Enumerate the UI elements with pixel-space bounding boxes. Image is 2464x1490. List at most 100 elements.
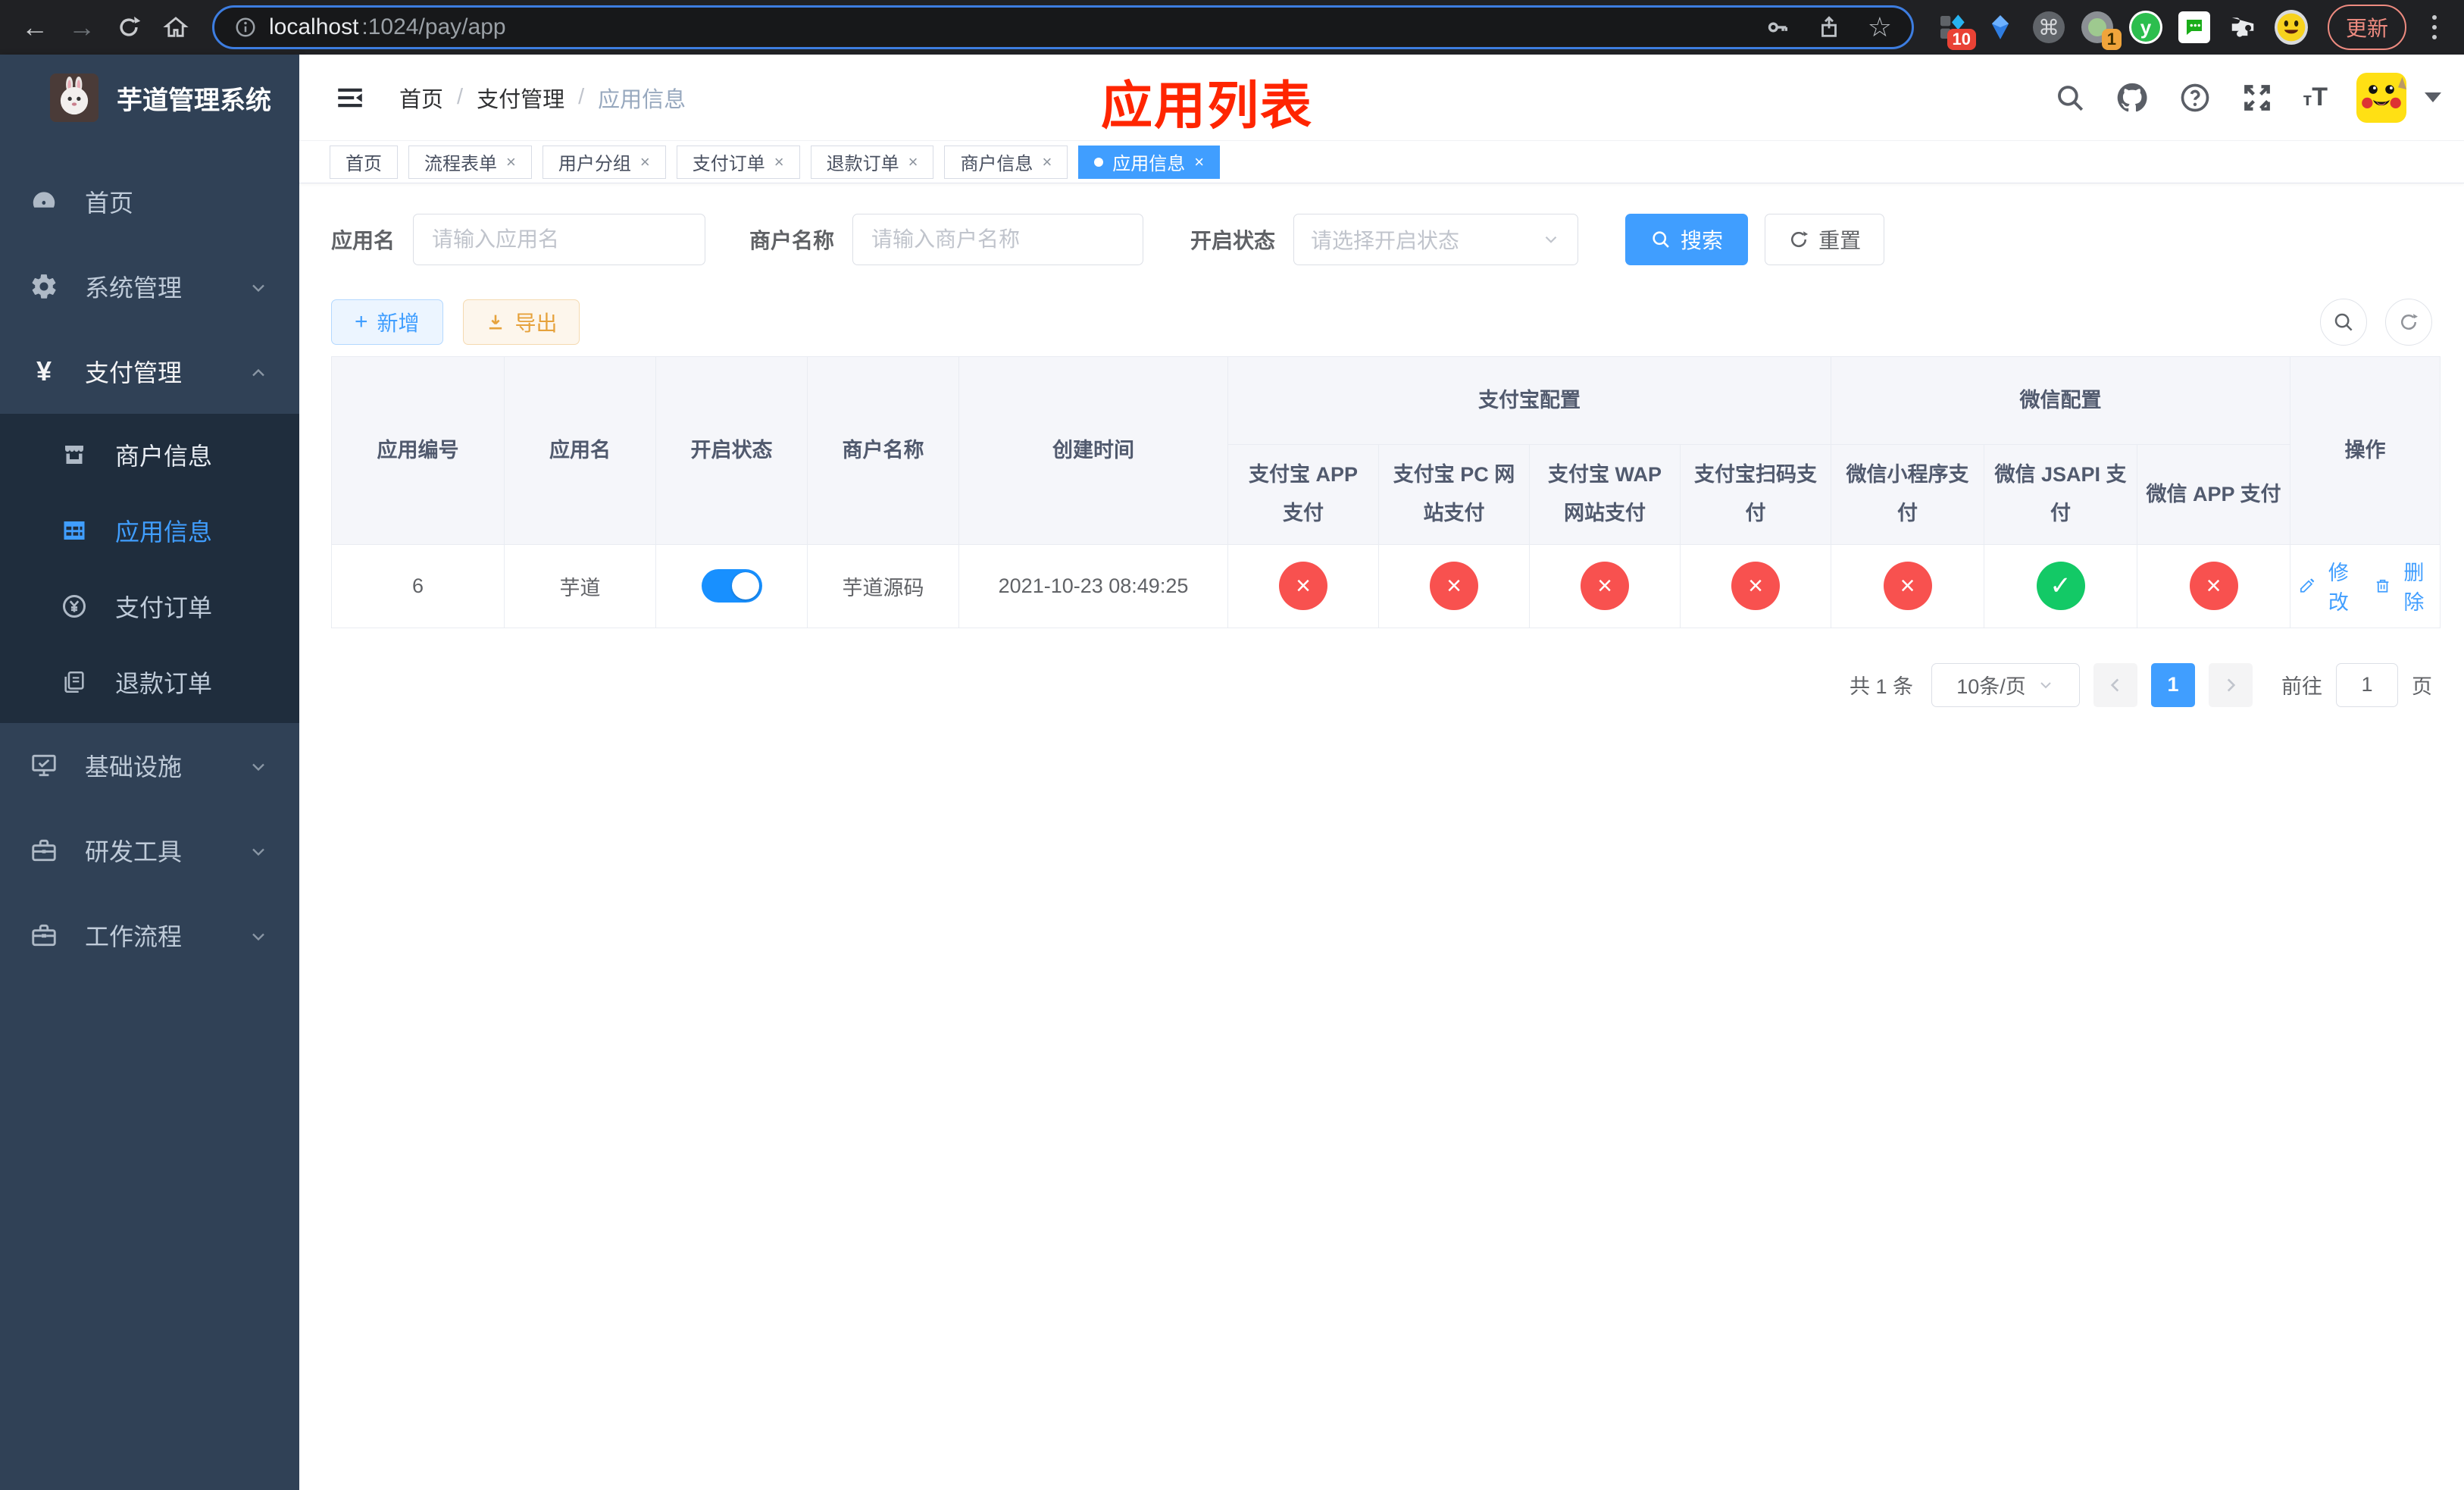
address-bar[interactable]: localhost:1024/pay/app ☆ bbox=[212, 5, 1914, 49]
tag-app-info[interactable]: 应用信息 × bbox=[1078, 145, 1221, 179]
app-logo-row[interactable]: 芋道管理系统 bbox=[0, 55, 299, 139]
add-button[interactable]: + 新增 bbox=[331, 299, 443, 345]
plus-icon: + bbox=[355, 309, 368, 334]
download-icon bbox=[489, 315, 502, 330]
alipay-pc-status: × bbox=[1430, 562, 1478, 611]
export-button[interactable]: 导出 bbox=[462, 299, 580, 345]
search-icon[interactable] bbox=[2054, 82, 2086, 114]
dashboard-icon bbox=[27, 187, 61, 216]
page-number-active[interactable]: 1 bbox=[2151, 662, 2195, 707]
search-button[interactable]: 搜索 bbox=[1625, 214, 1749, 265]
pagination: 共 1 条 10条/页 1 前往 页 bbox=[331, 662, 2432, 707]
toggle-search-button[interactable] bbox=[2320, 299, 2367, 346]
user-avatar[interactable] bbox=[2356, 72, 2406, 123]
profile-avatar-icon[interactable] bbox=[2274, 10, 2308, 45]
col-created: 创建时间 bbox=[958, 356, 1228, 545]
sidebar-collapse-button[interactable] bbox=[334, 82, 366, 114]
filter-form: 应用名 商户名称 开启状态 请选择开启状态 搜索 重置 bbox=[331, 214, 2432, 265]
sidebar-item-dev-tools[interactable]: 研发工具 bbox=[0, 808, 299, 893]
page-size-select[interactable]: 10条/页 bbox=[1931, 662, 2080, 707]
chrome-update-button[interactable]: 更新 bbox=[2327, 5, 2406, 50]
tags-view: 首页 流程表单 × 用户分组 × 支付订单 × 退款订单 × 商户信息 × 应用信息 × bbox=[299, 140, 2464, 183]
extension-chat-icon[interactable] bbox=[2178, 11, 2211, 44]
sidebar-item-workflow[interactable]: 工作流程 bbox=[0, 893, 299, 978]
breadcrumb-home[interactable]: 首页 bbox=[399, 82, 443, 114]
group-wechat: 微信配置 bbox=[1831, 356, 2290, 445]
tag-payment-orders[interactable]: 支付订单 × bbox=[676, 145, 800, 179]
tag-process-form[interactable]: 流程表单 × bbox=[408, 145, 532, 179]
breadcrumb-current: 应用信息 bbox=[598, 87, 686, 112]
extension-y-icon[interactable]: y bbox=[2128, 11, 2162, 44]
status-select[interactable]: 请选择开启状态 bbox=[1293, 214, 1579, 265]
col-alipay-wap: 支付宝 WAP 网站支付 bbox=[1529, 444, 1681, 545]
site-info-icon[interactable] bbox=[234, 16, 257, 39]
delete-link[interactable]: 删除 bbox=[2374, 556, 2433, 615]
reset-button[interactable]: 重置 bbox=[1765, 214, 1885, 265]
fullscreen-icon[interactable] bbox=[2240, 81, 2274, 114]
avatar-caret-icon[interactable] bbox=[2425, 92, 2441, 102]
url-path: :1024/pay/app bbox=[361, 14, 506, 39]
goto-page-input[interactable] bbox=[2336, 662, 2398, 707]
close-icon[interactable]: × bbox=[640, 152, 650, 172]
table-row: 6 芋道 芋道源码 2021-10-23 08:49:25 × × × × × … bbox=[331, 543, 2441, 628]
app-name-input[interactable] bbox=[413, 214, 706, 265]
chevron-left-icon bbox=[2110, 678, 2119, 692]
next-page-button[interactable] bbox=[2209, 662, 2253, 707]
browser-reload-button[interactable] bbox=[108, 6, 150, 49]
close-icon[interactable]: × bbox=[1042, 152, 1052, 172]
merchant-name-input[interactable] bbox=[852, 214, 1144, 265]
tag-merchant-info[interactable]: 商户信息 × bbox=[944, 145, 1068, 179]
app-shell: 芋道管理系统 首页 系统管理 ¥ 支付管理 商户信息 应用信息 支付订单 退款订… bbox=[0, 55, 2464, 1490]
password-key-icon[interactable] bbox=[1765, 14, 1790, 40]
sidebar-item-app-info[interactable]: 应用信息 bbox=[0, 493, 299, 568]
sidebar-item-infrastructure[interactable]: 基础设施 bbox=[0, 723, 299, 808]
col-actions: 操作 bbox=[2290, 356, 2441, 545]
refresh-table-button[interactable] bbox=[2385, 299, 2432, 346]
tag-refund-orders[interactable]: 退款订单 × bbox=[810, 145, 934, 179]
sidebar-item-refund-orders[interactable]: 退款订单 bbox=[0, 644, 299, 720]
tag-user-group[interactable]: 用户分组 × bbox=[542, 145, 666, 179]
col-wx-jsapi: 微信 JSAPI 支付 bbox=[1984, 444, 2137, 545]
enabled-toggle[interactable] bbox=[701, 569, 762, 603]
col-wx-mini: 微信小程序支付 bbox=[1831, 444, 1984, 545]
prev-page-button[interactable] bbox=[2093, 662, 2137, 707]
chevron-down-icon bbox=[248, 273, 269, 301]
tag-home[interactable]: 首页 bbox=[330, 145, 398, 179]
refresh-icon bbox=[2401, 314, 2418, 330]
yen-circle-icon bbox=[58, 593, 91, 620]
extension-avatar-icon[interactable]: 1 bbox=[2081, 11, 2122, 50]
sidebar-item-merchant-info[interactable]: 商户信息 bbox=[0, 417, 299, 493]
close-icon[interactable]: × bbox=[506, 152, 516, 172]
extension-grid-icon[interactable]: 10 bbox=[1935, 11, 1976, 50]
browser-menu-button[interactable] bbox=[2425, 15, 2444, 39]
share-icon[interactable] bbox=[1816, 14, 1842, 40]
sidebar-item-system[interactable]: 系统管理 bbox=[0, 244, 299, 329]
extensions-puzzle-icon[interactable] bbox=[2226, 11, 2259, 44]
breadcrumb-payment[interactable]: 支付管理 bbox=[477, 82, 564, 114]
font-size-icon[interactable]: тT bbox=[2303, 83, 2328, 112]
app-table: 应用编号 应用名 开启状态 商户名称 创建时间 支付宝配置 微信配置 操作 支付… bbox=[331, 356, 2441, 628]
sidebar-item-payment-orders[interactable]: 支付订单 bbox=[0, 568, 299, 644]
chevron-down-icon bbox=[248, 922, 269, 950]
app-title: 芋道管理系统 bbox=[117, 86, 271, 115]
close-icon[interactable]: × bbox=[774, 152, 784, 172]
extension-badge: 1 bbox=[2101, 28, 2122, 50]
github-icon[interactable] bbox=[2115, 80, 2150, 115]
close-icon[interactable]: × bbox=[908, 152, 918, 172]
col-app-name: 应用名 bbox=[504, 356, 656, 545]
bookmark-star-icon[interactable]: ☆ bbox=[1868, 11, 1892, 43]
chevron-up-icon bbox=[248, 358, 269, 386]
close-icon[interactable]: × bbox=[1194, 152, 1204, 172]
group-alipay: 支付宝配置 bbox=[1227, 356, 1831, 445]
alipay-app-status: × bbox=[1279, 562, 1327, 611]
extension-gem-icon[interactable] bbox=[1984, 11, 2017, 44]
help-icon[interactable] bbox=[2178, 81, 2212, 114]
extension-command-icon[interactable]: ⌘ bbox=[2032, 11, 2065, 44]
sidebar-item-home[interactable]: 首页 bbox=[0, 159, 299, 244]
browser-home-button[interactable] bbox=[155, 6, 197, 49]
sidebar-item-payment[interactable]: ¥ 支付管理 bbox=[0, 329, 299, 414]
briefcase-icon bbox=[27, 921, 61, 950]
browser-forward-button[interactable]: → bbox=[61, 6, 103, 49]
browser-back-button[interactable]: ← bbox=[14, 6, 56, 49]
edit-link[interactable]: 修改 bbox=[2298, 556, 2357, 615]
